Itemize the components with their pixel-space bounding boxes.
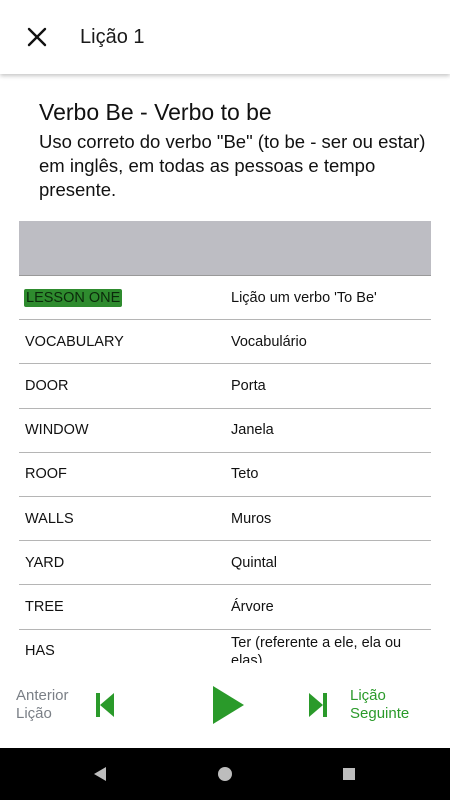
row-english: WINDOW	[25, 422, 89, 439]
row-english: WALLS	[25, 510, 74, 527]
row-portuguese: Quintal	[231, 554, 277, 571]
row-portuguese: Lição um verbo 'To Be'	[231, 289, 377, 306]
row-portuguese: Muros	[231, 510, 272, 527]
table-row[interactable]: LESSON ONE Lição um verbo 'To Be'	[19, 276, 431, 321]
table-row[interactable]: WALLS Muros	[19, 497, 431, 542]
lesson-subtitle: Uso correto do verbo "Be" (to be - ser o…	[39, 131, 426, 200]
system-navigation-bar	[0, 748, 450, 800]
table-header	[19, 221, 431, 276]
lesson-header: Verbo Be - Verbo to be Uso correto do ve…	[39, 98, 429, 202]
table-row[interactable]: DOOR Porta	[19, 364, 431, 409]
next-lesson-button[interactable]: Lição Seguinte	[350, 687, 409, 723]
row-english: VOCABULARY	[25, 333, 124, 350]
previous-lesson-label-line1: Anterior	[16, 687, 69, 704]
back-triangle-icon[interactable]	[92, 766, 108, 782]
close-icon	[27, 27, 47, 47]
row-english: DOOR	[25, 377, 69, 394]
table-row[interactable]: WINDOW Janela	[19, 409, 431, 453]
row-portuguese: Porta	[231, 377, 266, 394]
app-bar: Lição 1	[0, 0, 450, 74]
row-english: ROOF	[25, 466, 67, 483]
row-portuguese: Árvore	[231, 598, 274, 615]
row-english: TREE	[25, 598, 64, 615]
previous-lesson-label-line2: Lição	[16, 705, 52, 722]
table-row[interactable]: TREE Árvore	[19, 585, 431, 630]
bottom-navigation: Anterior Lição Lição Seguinte	[0, 663, 450, 748]
table-row[interactable]: HAS Ter (referente a ele, ela ou elas)	[19, 630, 431, 664]
vocabulary-table[interactable]: LESSON ONE Lição um verbo 'To Be' VOCABU…	[19, 221, 431, 663]
close-button[interactable]	[24, 24, 50, 50]
home-circle-icon[interactable]	[217, 766, 233, 782]
play-icon[interactable]	[211, 685, 245, 725]
table-row[interactable]: VOCABULARY Vocabulário	[19, 320, 431, 365]
row-portuguese: Janela	[231, 422, 274, 439]
skip-next-icon[interactable]	[308, 692, 328, 718]
next-lesson-label-line1: Lição	[350, 687, 386, 704]
previous-lesson-button[interactable]: Anterior Lição	[16, 687, 69, 723]
table-row[interactable]: ROOF Teto	[19, 453, 431, 497]
row-portuguese: Vocabulário	[231, 333, 307, 350]
next-lesson-label-line2: Seguinte	[350, 705, 410, 722]
row-english: LESSON ONE	[24, 288, 123, 307]
row-english: HAS	[25, 643, 55, 660]
row-english: YARD	[25, 554, 65, 571]
skip-previous-icon[interactable]	[95, 692, 115, 718]
row-portuguese: Ter (referente a ele, ela ou elas)	[231, 634, 402, 664]
lesson-title: Verbo Be - Verbo to be	[39, 99, 272, 125]
recents-square-icon[interactable]	[342, 767, 356, 781]
app-bar-title: Lição 1	[80, 26, 145, 48]
table-row[interactable]: YARD Quintal	[19, 541, 431, 586]
row-portuguese: Teto	[231, 466, 259, 483]
